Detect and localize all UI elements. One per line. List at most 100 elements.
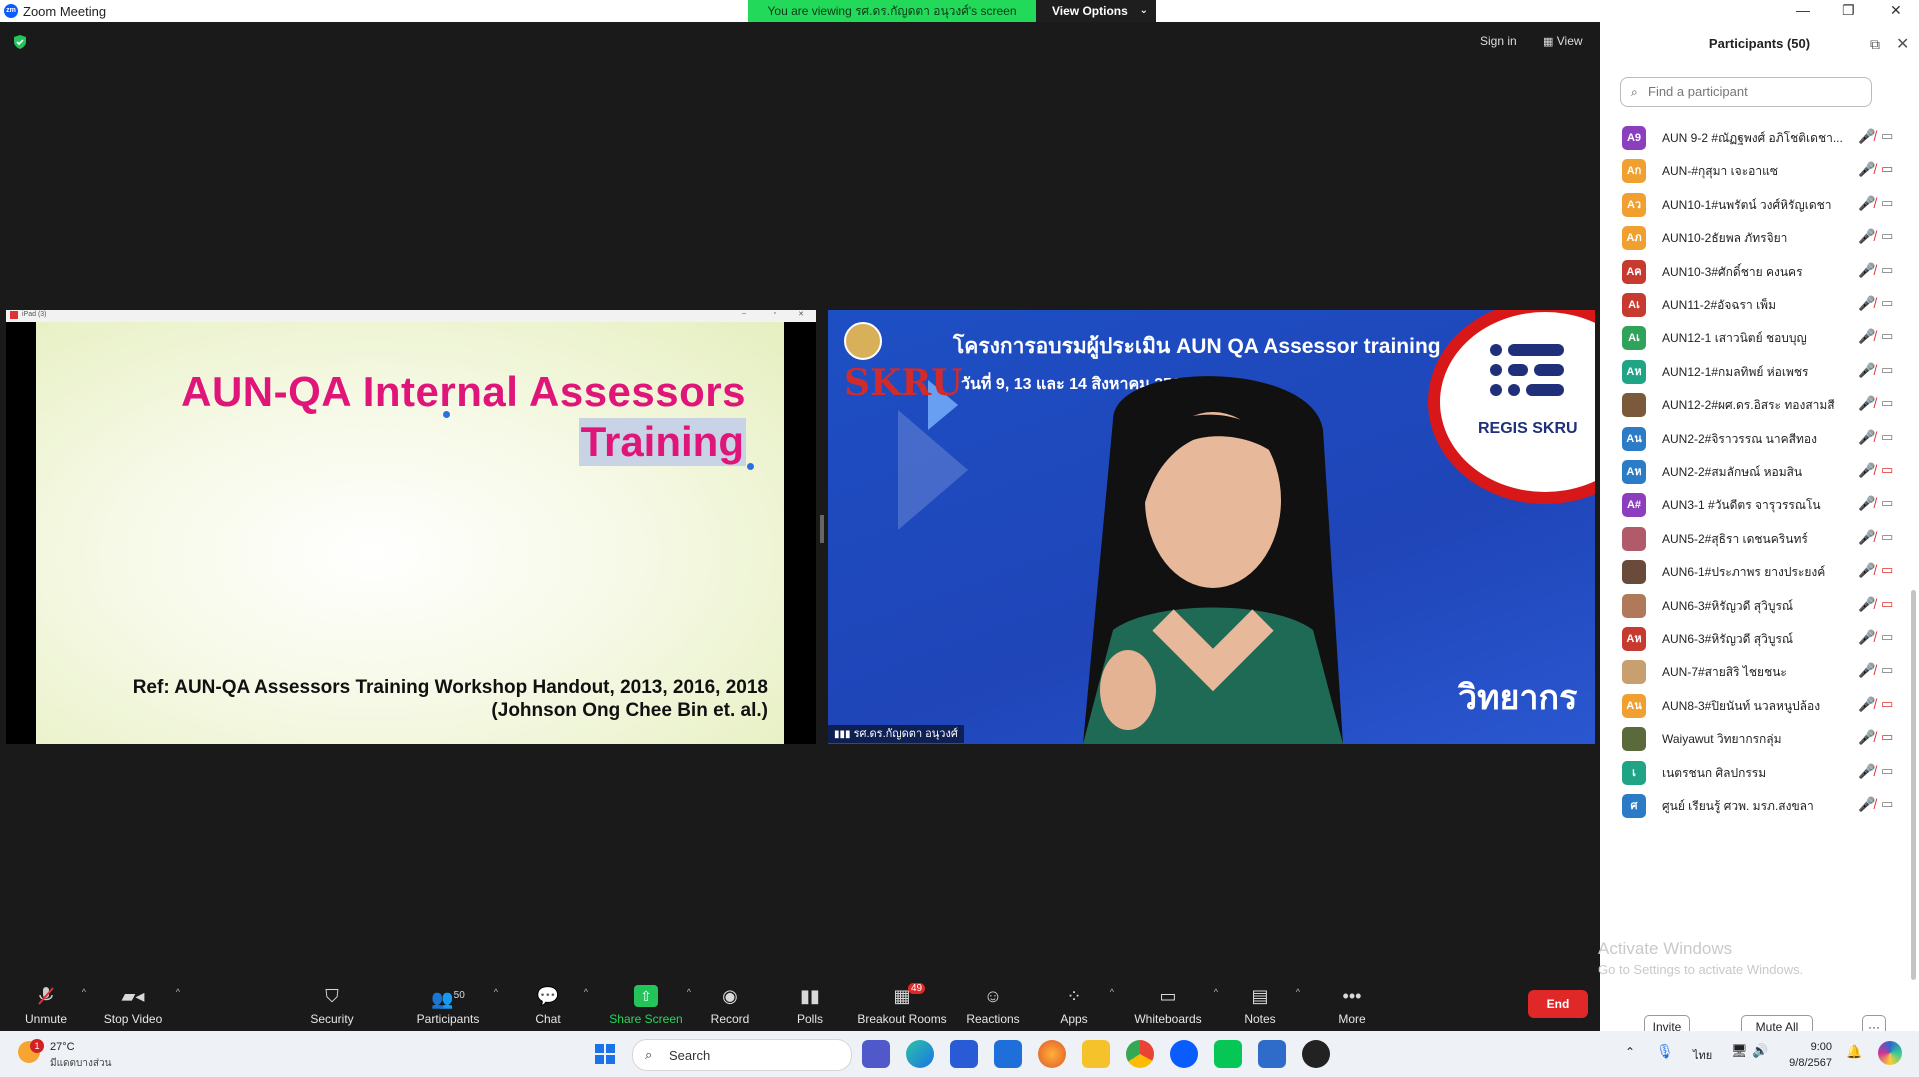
chat-button[interactable]: 💬 Chat ^ xyxy=(508,977,588,1031)
video-camera-icon[interactable]: ▭ xyxy=(1881,763,1893,779)
muted-mic-icon[interactable]: 🎤̸ xyxy=(1858,562,1875,579)
participant-row[interactable]: ศ ศูนย์ เรียนรู้ ศวพ. มรภ.สงขลา 🎤̸ ▭ xyxy=(1600,785,1900,826)
close-panel-icon[interactable]: ✕ xyxy=(1896,34,1909,54)
caret-up-icon[interactable]: ^ xyxy=(1296,987,1300,997)
muted-mic-icon[interactable]: 🎤̸ xyxy=(1858,729,1875,746)
video-camera-icon[interactable]: ▭ xyxy=(1881,529,1893,545)
view-button[interactable]: ▦ View xyxy=(1543,34,1583,48)
edge-icon[interactable] xyxy=(906,1040,934,1068)
store-icon[interactable] xyxy=(950,1040,978,1068)
caret-up-icon[interactable]: ^ xyxy=(1110,987,1114,997)
muted-mic-icon[interactable]: 🎤̸ xyxy=(1858,763,1875,780)
taskbar-search[interactable]: ⌕ Search xyxy=(632,1039,852,1071)
video-off-icon[interactable]: ▭ xyxy=(1881,462,1893,478)
clock-time[interactable]: 9:00 xyxy=(1772,1041,1832,1053)
network-icon[interactable]: 🖥 xyxy=(1731,1043,1748,1059)
windows-start-icon[interactable] xyxy=(594,1043,616,1065)
reactions-button[interactable]: ☺ Reactions xyxy=(953,977,1033,1031)
split-view-handle[interactable] xyxy=(820,515,824,543)
restore-icon[interactable]: ❐ xyxy=(1842,2,1855,19)
caret-up-icon[interactable]: ^ xyxy=(584,987,588,997)
video-camera-icon[interactable]: ▭ xyxy=(1881,362,1893,378)
caret-up-icon[interactable]: ^ xyxy=(176,987,180,997)
muted-mic-icon[interactable]: 🎤̸ xyxy=(1858,662,1875,679)
panel-scrollbar[interactable] xyxy=(1911,590,1916,980)
copilot-icon[interactable] xyxy=(1878,1041,1902,1065)
record-button[interactable]: ◉ Record xyxy=(690,977,770,1031)
minimize-icon[interactable]: — xyxy=(1796,2,1810,18)
muted-mic-icon[interactable]: 🎤̸ xyxy=(1858,629,1875,646)
chevron-up-icon[interactable]: ⌃ xyxy=(1625,1045,1635,1059)
muted-mic-icon[interactable]: 🎤̸ xyxy=(1858,529,1875,546)
muted-mic-icon[interactable]: 🎤̸ xyxy=(1858,696,1875,713)
video-camera-icon[interactable]: ▭ xyxy=(1881,262,1893,278)
more-button[interactable]: ••• More xyxy=(1312,977,1392,1031)
video-camera-icon[interactable]: ▭ xyxy=(1881,796,1893,812)
apps-button[interactable]: ⁘ Apps ^ xyxy=(1034,977,1114,1031)
weather-temperature[interactable]: 27°C xyxy=(50,1041,75,1053)
file-explorer-icon[interactable] xyxy=(1082,1040,1110,1068)
input-language[interactable]: ไทย xyxy=(1693,1046,1712,1064)
video-camera-icon[interactable]: ▭ xyxy=(1881,629,1893,645)
mail-icon[interactable] xyxy=(994,1040,1022,1068)
unmute-button[interactable]: Unmute ^ xyxy=(6,977,86,1031)
muted-mic-icon[interactable]: 🎤̸ xyxy=(1858,328,1875,345)
video-camera-icon[interactable]: ▭ xyxy=(1881,228,1893,244)
muted-mic-icon[interactable]: 🎤̸ xyxy=(1858,128,1875,145)
muted-mic-icon[interactable]: 🎤̸ xyxy=(1858,395,1875,412)
notes-button[interactable]: ▤ Notes ^ xyxy=(1220,977,1300,1031)
teams-icon[interactable] xyxy=(862,1040,890,1068)
close-window-icon[interactable]: ✕ xyxy=(1890,2,1902,19)
caret-up-icon[interactable]: ^ xyxy=(1214,987,1218,997)
participants-button[interactable]: 👥50 Participants ^ xyxy=(398,977,498,1031)
notification-bell-icon[interactable]: 🔔 xyxy=(1846,1044,1862,1060)
microphone-icon[interactable]: 🎙 xyxy=(1656,1043,1674,1060)
caret-up-icon[interactable]: ^ xyxy=(494,987,498,997)
muted-mic-icon[interactable]: 🎤̸ xyxy=(1858,161,1875,178)
view-options-button[interactable]: View Options ⌄ xyxy=(1036,0,1156,22)
breakout-rooms-button[interactable]: ▦ 49 Breakout Rooms xyxy=(852,977,952,1031)
muted-mic-icon[interactable]: 🎤̸ xyxy=(1858,228,1875,245)
zoom-icon[interactable] xyxy=(1170,1040,1198,1068)
muted-mic-icon[interactable]: 🎤̸ xyxy=(1858,462,1875,479)
chrome-icon[interactable] xyxy=(1126,1040,1154,1068)
muted-mic-icon[interactable]: 🎤̸ xyxy=(1858,262,1875,279)
muted-mic-icon[interactable]: 🎤̸ xyxy=(1858,596,1875,613)
clock-date[interactable]: 9/8/2567 xyxy=(1752,1057,1832,1069)
muted-mic-icon[interactable]: 🎤̸ xyxy=(1858,495,1875,512)
video-camera-icon[interactable]: ▭ xyxy=(1881,295,1893,311)
video-camera-icon[interactable]: ▭ xyxy=(1881,395,1893,411)
polls-button[interactable]: ▮▮ Polls xyxy=(770,977,850,1031)
end-meeting-button[interactable]: End xyxy=(1528,990,1588,1018)
video-off-icon[interactable]: ▭ xyxy=(1881,696,1893,712)
video-camera-icon[interactable]: ▭ xyxy=(1881,195,1893,211)
share-screen-button[interactable]: ⇧ Share Screen ^ xyxy=(601,977,691,1031)
video-off-icon[interactable]: ▭ xyxy=(1881,729,1893,745)
encryption-shield-icon[interactable] xyxy=(12,34,28,50)
video-camera-icon[interactable]: ▭ xyxy=(1881,128,1893,144)
weather-description[interactable]: มีแดดบางส่วน xyxy=(50,1056,111,1071)
sign-in-link[interactable]: Sign in xyxy=(1480,34,1517,48)
video-camera-icon[interactable]: ▭ xyxy=(1881,328,1893,344)
muted-mic-icon[interactable]: 🎤̸ xyxy=(1858,362,1875,379)
find-participant-input[interactable]: ⌕ Find a participant xyxy=(1620,77,1872,107)
line-icon[interactable] xyxy=(1214,1040,1242,1068)
firefox-icon[interactable] xyxy=(1038,1040,1066,1068)
security-button[interactable]: ⛉ Security xyxy=(292,977,372,1031)
muted-mic-icon[interactable]: 🎤̸ xyxy=(1858,429,1875,446)
video-camera-icon[interactable]: ▭ xyxy=(1881,495,1893,511)
video-camera-icon[interactable]: ▭ xyxy=(1881,429,1893,445)
muted-mic-icon[interactable]: 🎤̸ xyxy=(1858,195,1875,212)
video-off-icon[interactable]: ▭ xyxy=(1881,161,1893,177)
video-off-icon[interactable]: ▭ xyxy=(1881,562,1893,578)
participants-panel: Participants (50) ⧉ ✕ ⌕ Find a participa… xyxy=(1600,22,1919,1039)
video-off-icon[interactable]: ▭ xyxy=(1881,596,1893,612)
whiteboards-button[interactable]: ▭ Whiteboards ^ xyxy=(1118,977,1218,1031)
app-with-badge-icon[interactable] xyxy=(1302,1040,1330,1068)
photos-icon[interactable] xyxy=(1258,1040,1286,1068)
pop-out-icon[interactable]: ⧉ xyxy=(1870,36,1880,53)
muted-mic-icon[interactable]: 🎤̸ xyxy=(1858,796,1875,813)
stop-video-button[interactable]: ▰◂ Stop Video ^ xyxy=(86,977,180,1031)
muted-mic-icon[interactable]: 🎤̸ xyxy=(1858,295,1875,312)
video-camera-icon[interactable]: ▭ xyxy=(1881,662,1893,678)
